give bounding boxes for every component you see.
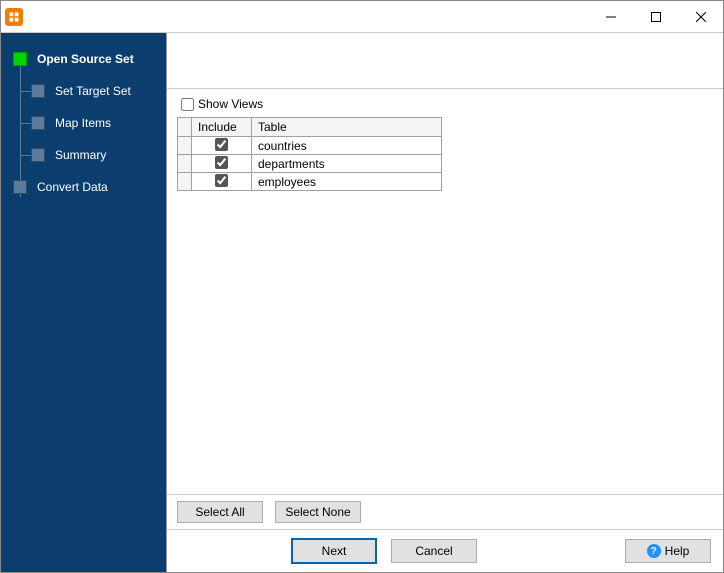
table-name-cell[interactable]: departments xyxy=(252,155,442,173)
step-status-box xyxy=(13,52,27,66)
step-status-box xyxy=(31,84,45,98)
step-status-box xyxy=(13,180,27,194)
step-label: Summary xyxy=(55,148,106,162)
title-bar xyxy=(1,1,723,33)
wizard-footer: Next Cancel ? Help xyxy=(167,529,723,572)
table-row[interactable]: departments xyxy=(178,155,442,173)
step-label: Set Target Set xyxy=(55,84,131,98)
table-name-cell[interactable]: countries xyxy=(252,137,442,155)
app-icon xyxy=(5,8,23,26)
step-label: Convert Data xyxy=(37,180,108,194)
content-header xyxy=(167,33,723,89)
selection-bar: Select All Select None xyxy=(167,494,723,529)
include-checkbox[interactable] xyxy=(215,156,228,169)
select-none-button[interactable]: Select None xyxy=(275,501,361,523)
select-all-button[interactable]: Select All xyxy=(177,501,263,523)
table-row[interactable]: employees xyxy=(178,173,442,191)
col-handle-header xyxy=(178,118,192,137)
tree-connector-h xyxy=(20,91,31,92)
main-panel: Show Views Include Table countriesdepart… xyxy=(167,89,723,494)
minimize-button[interactable] xyxy=(588,1,633,33)
col-include-header[interactable]: Include xyxy=(192,118,252,137)
tree-connector xyxy=(20,57,21,197)
wizard-step[interactable]: Open Source Set xyxy=(1,43,166,75)
step-list: Open Source Set Set Target Set Map Items Su… xyxy=(1,43,166,203)
content-area: Show Views Include Table countriesdepart… xyxy=(166,33,723,572)
window-controls xyxy=(588,1,723,33)
window-body: Open Source Set Set Target Set Map Items Su… xyxy=(1,33,723,572)
row-handle xyxy=(178,137,192,155)
wizard-step[interactable]: Map Items xyxy=(1,107,166,139)
include-cell[interactable] xyxy=(192,173,252,191)
help-button[interactable]: ? Help xyxy=(625,539,711,563)
row-handle xyxy=(178,155,192,173)
tree-connector-h xyxy=(20,123,31,124)
close-button[interactable] xyxy=(678,1,723,33)
wizard-step[interactable]: Summary xyxy=(1,139,166,171)
next-button[interactable]: Next xyxy=(291,538,377,564)
show-views-label: Show Views xyxy=(198,97,263,111)
include-checkbox[interactable] xyxy=(215,174,228,187)
include-checkbox[interactable] xyxy=(215,138,228,151)
include-cell[interactable] xyxy=(192,137,252,155)
cancel-button[interactable]: Cancel xyxy=(391,539,477,563)
table-name-cell[interactable]: employees xyxy=(252,173,442,191)
maximize-button[interactable] xyxy=(633,1,678,33)
col-table-header[interactable]: Table xyxy=(252,118,442,137)
step-label: Open Source Set xyxy=(37,52,134,66)
step-label: Map Items xyxy=(55,116,111,130)
show-views-toggle[interactable]: Show Views xyxy=(177,97,713,111)
wizard-step[interactable]: Convert Data xyxy=(1,171,166,203)
tree-connector-h xyxy=(20,155,31,156)
step-status-box xyxy=(31,116,45,130)
row-handle xyxy=(178,173,192,191)
title-bar-left xyxy=(1,8,29,26)
wizard-step[interactable]: Set Target Set xyxy=(1,75,166,107)
include-cell[interactable] xyxy=(192,155,252,173)
help-label: Help xyxy=(665,544,690,558)
help-icon: ? xyxy=(647,544,661,558)
table-row[interactable]: countries xyxy=(178,137,442,155)
tables-grid: Include Table countriesdepartmentsemploy… xyxy=(177,117,442,191)
show-views-checkbox[interactable] xyxy=(181,98,194,111)
step-status-box xyxy=(31,148,45,162)
wizard-sidebar: Open Source Set Set Target Set Map Items Su… xyxy=(1,33,166,572)
